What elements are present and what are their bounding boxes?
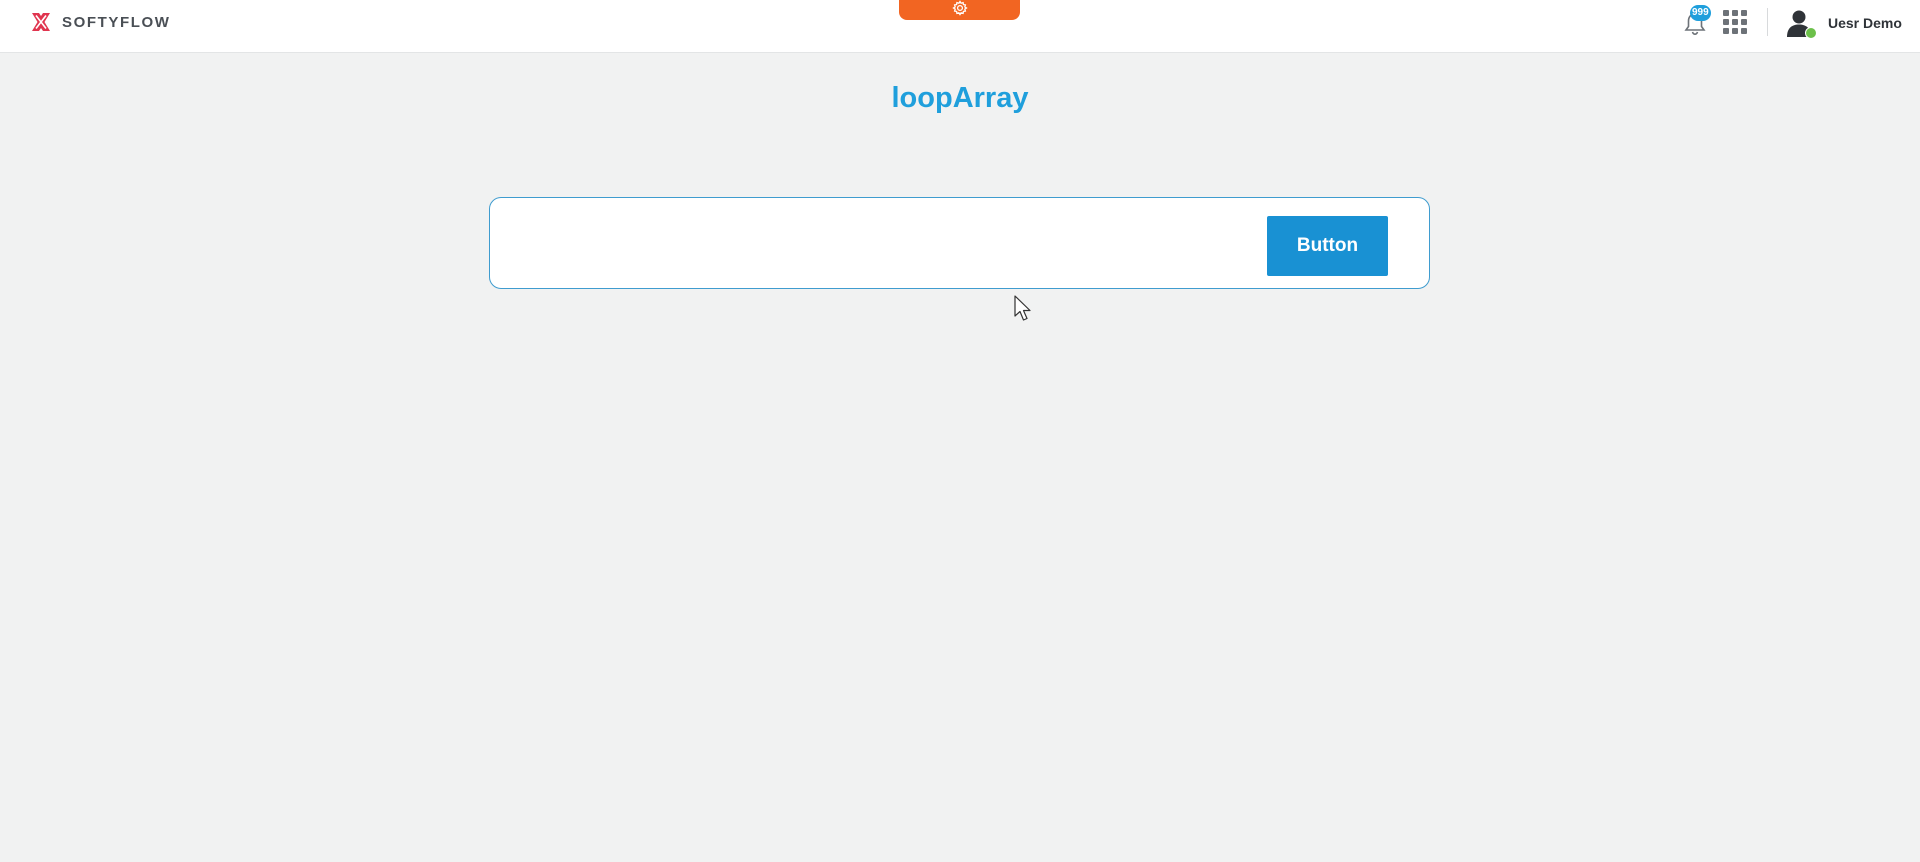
apps-grid-icon <box>1723 10 1729 16</box>
brand[interactable]: SOFTYFLOW <box>30 10 171 34</box>
notifications-button[interactable]: 999 <box>1680 5 1711 38</box>
brand-name: SOFTYFLOW <box>62 13 171 31</box>
form-container: Button <box>489 197 1430 289</box>
page-title: loopArray <box>891 82 1029 114</box>
avatar[interactable] <box>1786 8 1817 39</box>
primary-button[interactable]: Button <box>1267 216 1388 276</box>
user-menu[interactable]: Uesr Demo <box>1786 7 1902 39</box>
notification-count-badge: 999 <box>1690 5 1711 21</box>
gear-icon <box>951 0 968 21</box>
apps-grid-icon <box>1732 28 1738 34</box>
online-status-indicator <box>1805 27 1817 39</box>
softyflow-logo-icon <box>30 11 52 33</box>
form-content-area <box>508 216 1308 272</box>
apps-grid-icon <box>1732 10 1738 16</box>
top-header: SOFTYFLOW 999 Uesr Demo <box>0 0 1920 53</box>
apps-menu-button[interactable] <box>1723 10 1747 34</box>
apps-grid-icon <box>1741 28 1747 34</box>
apps-grid-icon <box>1723 28 1729 34</box>
header-divider <box>1767 8 1768 36</box>
apps-grid-icon <box>1723 19 1729 25</box>
user-name: Uesr Demo <box>1828 15 1902 31</box>
apps-grid-icon <box>1741 19 1747 25</box>
mouse-pointer-icon <box>1014 295 1034 323</box>
apps-grid-icon <box>1741 10 1747 16</box>
apps-grid-icon <box>1732 19 1738 25</box>
settings-tab-button[interactable] <box>899 0 1020 20</box>
